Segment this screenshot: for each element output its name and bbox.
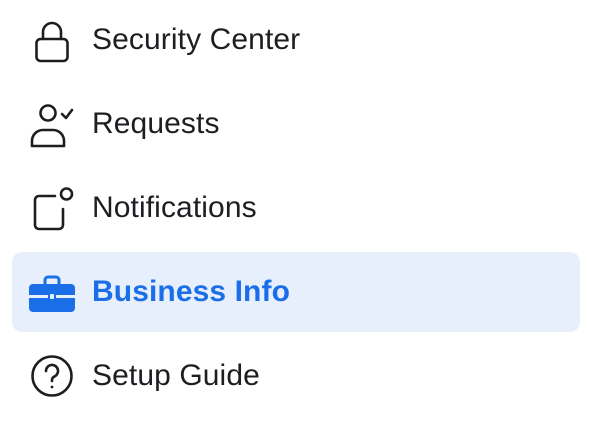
- nav-item-label: Notifications: [92, 191, 257, 224]
- nav-item-setup-guide[interactable]: Setup Guide: [12, 336, 580, 416]
- nav-item-business-info[interactable]: Business Info: [12, 252, 580, 332]
- nav-item-notifications[interactable]: Notifications: [12, 168, 580, 248]
- briefcase-icon: [24, 264, 80, 320]
- nav-item-label: Business Info: [92, 275, 290, 308]
- nav-item-label: Security Center: [92, 23, 301, 56]
- lock-icon: [24, 12, 80, 68]
- notification-square-icon: [24, 180, 80, 236]
- nav-item-security-center[interactable]: Security Center: [12, 0, 580, 80]
- nav-item-requests[interactable]: Requests: [12, 84, 580, 164]
- nav-item-label: Requests: [92, 107, 220, 140]
- question-circle-icon: [24, 348, 80, 404]
- nav-item-label: Setup Guide: [92, 359, 260, 392]
- person-check-icon: [24, 96, 80, 152]
- sidebar-nav: Security Center Requests Notifications B…: [0, 0, 590, 426]
